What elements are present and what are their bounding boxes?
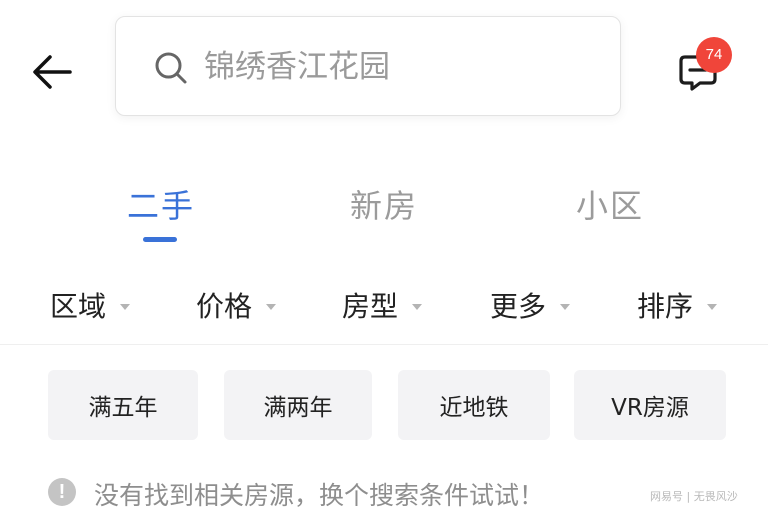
filter-label: 房型 xyxy=(342,290,399,323)
divider xyxy=(0,344,768,345)
filter-area[interactable]: 区域 xyxy=(50,285,131,325)
chip-label: 满两年 xyxy=(263,395,333,421)
empty-result-message: 没有找到相关房源，换个搜索条件试试！ xyxy=(94,481,545,510)
exclamation-circle-icon: ! xyxy=(48,478,76,506)
active-tab-indicator xyxy=(143,237,177,242)
tab-communities[interactable]: 小区 xyxy=(576,181,644,227)
caret-down-icon xyxy=(120,304,131,310)
tab-second-hand[interactable]: 二手 xyxy=(127,181,195,227)
filter-layout[interactable]: 房型 xyxy=(342,285,423,325)
search-input[interactable] xyxy=(204,43,584,91)
filter-more[interactable]: 更多 xyxy=(490,285,571,325)
back-button[interactable] xyxy=(28,48,76,96)
filter-label: 区域 xyxy=(50,290,107,323)
search-box[interactable] xyxy=(115,16,621,116)
filter-price[interactable]: 价格 xyxy=(196,285,277,325)
filter-sort[interactable]: 排序 xyxy=(637,285,718,325)
filter-label: 更多 xyxy=(490,290,547,323)
tag-chip-near-subway[interactable]: 近地铁 xyxy=(398,370,550,440)
caret-down-icon xyxy=(560,304,571,310)
chip-label: 近地铁 xyxy=(439,395,509,421)
filter-label: 价格 xyxy=(196,290,253,323)
tag-chip-two-years[interactable]: 满两年 xyxy=(224,370,372,440)
tab-new-homes[interactable]: 新房 xyxy=(350,181,418,227)
caret-down-icon xyxy=(266,304,277,310)
unread-badge: 74 xyxy=(696,37,732,73)
chip-label: 满五年 xyxy=(88,395,158,421)
filter-label: 排序 xyxy=(637,290,694,323)
tag-chip-five-years[interactable]: 满五年 xyxy=(48,370,198,440)
tag-chip-vr-listings[interactable]: VR房源 xyxy=(574,370,726,440)
chip-label: VR房源 xyxy=(611,395,689,421)
watermark: 网易号 | 无畏风沙 xyxy=(650,490,738,503)
arrow-left-icon xyxy=(33,55,72,89)
caret-down-icon xyxy=(707,304,718,310)
caret-down-icon xyxy=(412,304,423,310)
search-icon xyxy=(155,52,187,84)
